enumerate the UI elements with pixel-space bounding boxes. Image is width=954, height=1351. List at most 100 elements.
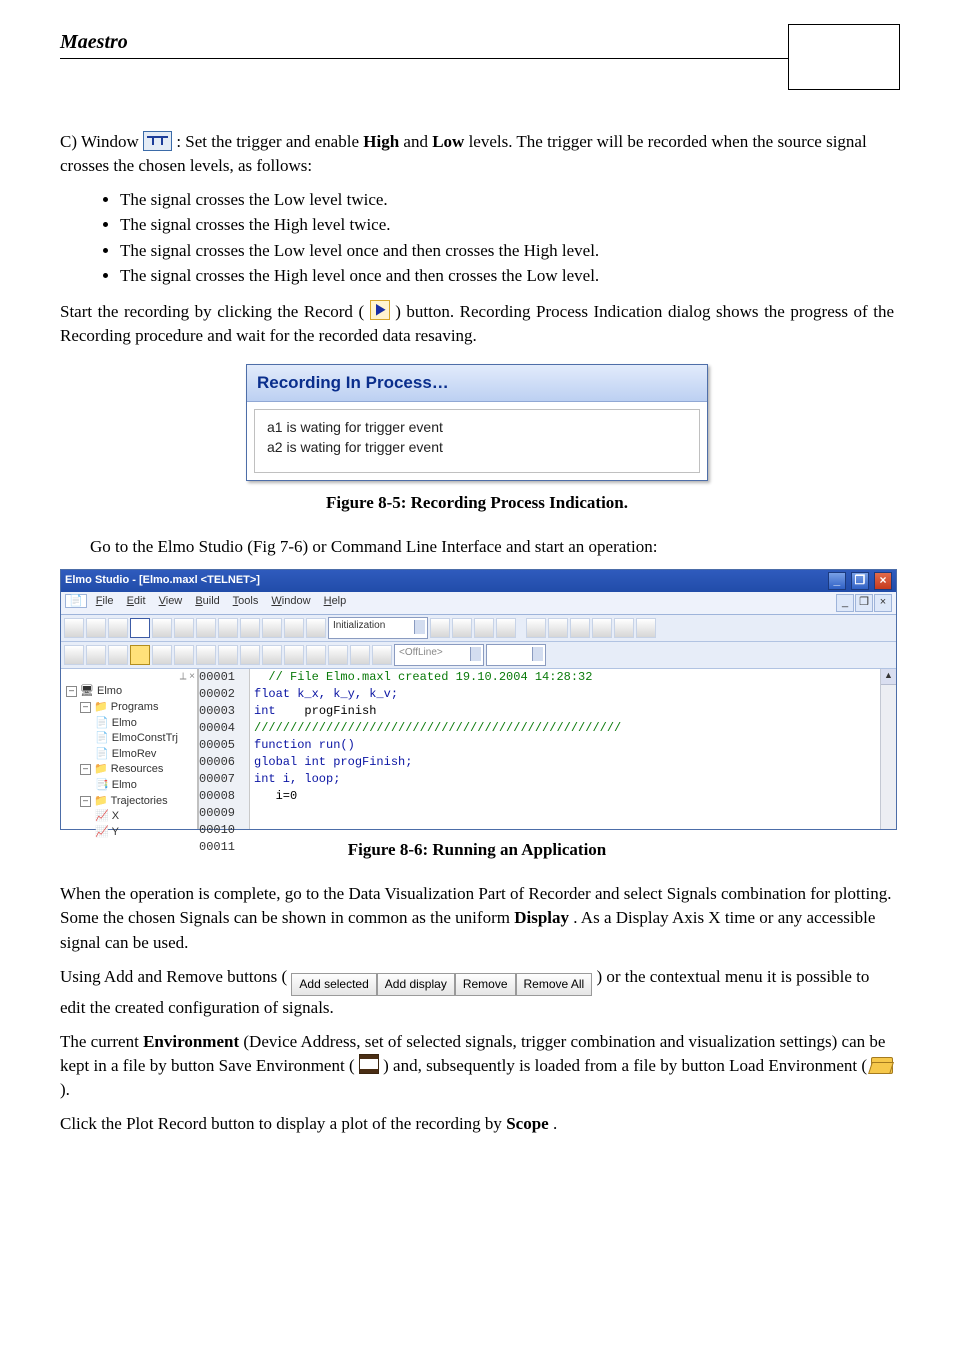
scroll-up-icon[interactable]: ▲: [881, 669, 896, 685]
tbtn-bp1-icon[interactable]: [526, 618, 546, 638]
code-area[interactable]: // File Elmo.maxl created 19.10.2004 14:…: [250, 669, 880, 829]
combo-search[interactable]: [486, 644, 546, 666]
tbtn-bp2-icon[interactable]: [548, 618, 568, 638]
tbtn-find-icon[interactable]: [452, 618, 472, 638]
tbtn-search-icon[interactable]: [430, 618, 450, 638]
ide-toolbar-2[interactable]: <OffLine>: [61, 642, 896, 669]
tbtn-run-icon[interactable]: [174, 645, 194, 665]
tbtn-print2-icon[interactable]: [474, 618, 494, 638]
combo-offline[interactable]: <OffLine>: [394, 644, 484, 666]
tbtn-grid-icon[interactable]: [86, 645, 106, 665]
tbtn-saveall-icon[interactable]: [152, 618, 172, 638]
intro-suffix: : Set the trigger and enable: [176, 132, 363, 151]
record-paragraph: Start the recording by clicking the Reco…: [60, 300, 894, 348]
tbtn-bp4-icon[interactable]: [592, 618, 612, 638]
tbtn-connect-icon[interactable]: [108, 645, 128, 665]
intro-prefix: C) Window: [60, 132, 143, 151]
tree-traj-y[interactable]: Y: [112, 826, 119, 838]
tbtn-preview-icon[interactable]: [306, 618, 326, 638]
intro-paragraph: C) Window : Set the trigger and enable H…: [60, 130, 894, 178]
tbtn-stepover-icon[interactable]: [284, 645, 304, 665]
tree-prog-rev[interactable]: ElmoRev: [112, 748, 157, 760]
tbtn-build-icon[interactable]: [64, 645, 84, 665]
add-selected-button[interactable]: Add selected: [291, 973, 376, 996]
dialog-title: Recording In Process…: [247, 365, 707, 402]
menu-help[interactable]: Help: [324, 595, 347, 607]
add-display-button[interactable]: Add display: [377, 973, 455, 996]
post-paragraph-2: Using Add and Remove buttons ( Add selec…: [60, 965, 894, 1020]
window-buttons[interactable]: _ ❐ ×: [826, 572, 892, 590]
environment-bold: Environment: [143, 1032, 239, 1051]
record-p1: Start the recording by clicking the Reco…: [60, 302, 364, 321]
combo-init[interactable]: Initialization: [328, 617, 428, 639]
tbtn-step-icon[interactable]: [196, 645, 216, 665]
window-trigger-icon: [143, 131, 172, 151]
tbtn-print-icon[interactable]: [284, 618, 304, 638]
tree-programs[interactable]: Programs: [111, 701, 159, 713]
tree-traj[interactable]: Trajectories: [111, 795, 168, 807]
menu-tools[interactable]: Tools: [233, 595, 259, 607]
load-environment-icon: [871, 1057, 893, 1074]
tbtn-warn-icon[interactable]: [130, 645, 150, 665]
intro-low: Low: [432, 132, 464, 151]
ide-title: Elmo Studio - [Elmo.maxl <TELNET>]: [65, 573, 260, 589]
header-rule: [60, 58, 788, 59]
close-button[interactable]: ×: [874, 572, 892, 590]
ide-toolbar-1[interactable]: Initialization: [61, 615, 896, 642]
tbtn-open-icon[interactable]: [86, 618, 106, 638]
tree-prog-const[interactable]: ElmoConstTrj: [112, 732, 178, 744]
doc-window-buttons[interactable]: _❐×: [835, 594, 892, 612]
tbtn-save-icon[interactable]: [130, 618, 150, 638]
tree-traj-x[interactable]: X: [112, 810, 119, 822]
tbtn-stepin-icon[interactable]: [240, 645, 260, 665]
tbtn-watch-icon[interactable]: [306, 645, 326, 665]
tbtn-ex2-icon[interactable]: [372, 645, 392, 665]
tree-resources[interactable]: Resources: [111, 763, 164, 775]
tbtn-help-icon[interactable]: [496, 618, 516, 638]
tbtn-cut-icon[interactable]: [174, 618, 194, 638]
tbtn-paste-icon[interactable]: [218, 618, 238, 638]
dialog-line-2: a2 is wating for trigger event: [267, 438, 687, 458]
tbtn-new-icon[interactable]: [64, 618, 84, 638]
record-icon: [370, 300, 390, 320]
tree-res-elmo[interactable]: Elmo: [112, 779, 137, 791]
bullet-item: The signal crosses the High level once a…: [120, 264, 894, 288]
tbtn-redo-icon[interactable]: [262, 618, 282, 638]
tbtn-multi-icon[interactable]: [108, 618, 128, 638]
tbtn-vars-icon[interactable]: [328, 645, 348, 665]
goto-elmo-paragraph: Go to the Elmo Studio (Fig 7-6) or Comma…: [60, 535, 894, 559]
menu-view[interactable]: View: [159, 595, 183, 607]
tbtn-stop-icon[interactable]: [218, 645, 238, 665]
project-tree[interactable]: ⟂ × –🖥 Elmo –📁 Programs 📄 Elmo 📄 ElmoCon…: [61, 669, 199, 829]
bullet-list: The signal crosses the Low level twice. …: [120, 188, 894, 288]
menu-edit[interactable]: Edit: [127, 595, 146, 607]
tbtn-bp5-icon[interactable]: [614, 618, 634, 638]
display-bold: Display: [514, 908, 569, 927]
bullet-item: The signal crosses the Low level twice.: [120, 188, 894, 212]
dialog-line-1: a1 is wating for trigger event: [267, 418, 687, 438]
tbtn-undo-icon[interactable]: [240, 618, 260, 638]
post-paragraph-4: Click the Plot Record button to display …: [60, 1112, 894, 1136]
tbtn-bp6-icon[interactable]: [636, 618, 656, 638]
tbtn-ex1-icon[interactable]: [350, 645, 370, 665]
elmo-studio-window: Elmo Studio - [Elmo.maxl <TELNET>] _ ❐ ×…: [60, 569, 897, 830]
remove-button[interactable]: Remove: [455, 973, 516, 996]
remove-all-button[interactable]: Remove All: [516, 973, 593, 996]
post-paragraph-1: When the operation is complete, go to th…: [60, 882, 894, 954]
tree-root[interactable]: Elmo: [97, 685, 122, 697]
maximize-button[interactable]: ❐: [851, 572, 869, 590]
tree-prog-elmo[interactable]: Elmo: [112, 717, 137, 729]
save-environment-icon: [359, 1054, 379, 1074]
menu-file[interactable]: FFileile: [96, 595, 114, 607]
doc-icon: 📄: [65, 594, 87, 608]
minimize-button[interactable]: _: [828, 572, 846, 590]
recording-dialog: Recording In Process… a1 is wating for t…: [246, 364, 708, 481]
vertical-scrollbar[interactable]: ▲: [880, 669, 896, 829]
menu-window[interactable]: Window: [271, 595, 310, 607]
tbtn-bp3-icon[interactable]: [570, 618, 590, 638]
tbtn-copy-icon[interactable]: [196, 618, 216, 638]
tbtn-stepout-icon[interactable]: [262, 645, 282, 665]
page-header-title: Maestro: [60, 28, 788, 58]
tbtn-list-icon[interactable]: [152, 645, 172, 665]
menu-build[interactable]: Build: [195, 595, 219, 607]
